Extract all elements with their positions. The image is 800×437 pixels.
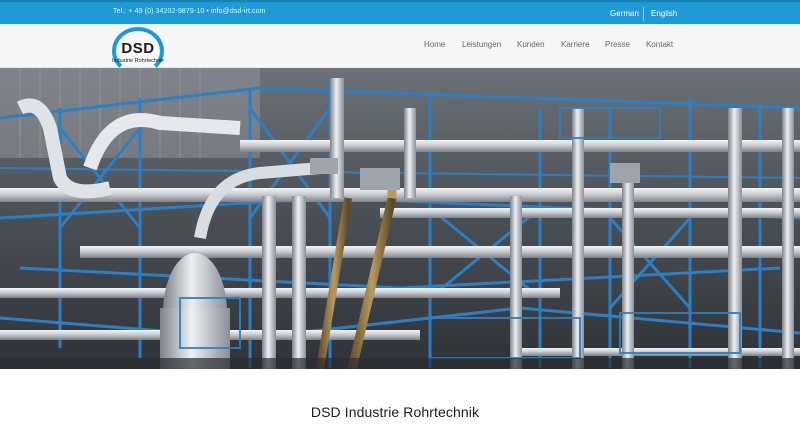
site-logo[interactable]: DSD Industrie Rohrtechnik xyxy=(104,24,172,75)
logo-mark: DSD xyxy=(121,40,155,57)
nav-leistungen[interactable]: Leistungen xyxy=(462,40,501,49)
nav-kontakt[interactable]: Kontakt xyxy=(646,40,673,49)
nav-presse[interactable]: Presse xyxy=(605,40,630,49)
nav-karriere[interactable]: Karriere xyxy=(561,40,589,49)
top-bar: Tel.: + 49 (0) 34202-9879-10 • info@dsd-… xyxy=(0,0,800,24)
site-header: DSD Industrie Rohrtechnik Home Leistunge… xyxy=(0,24,800,75)
contact-info: Tel.: + 49 (0) 34202-9879-10 • info@dsd-… xyxy=(113,8,266,15)
logo-subtitle: Industrie Rohrtechnik xyxy=(112,58,164,64)
language-english-link[interactable]: English xyxy=(651,9,677,18)
industrial-pipeline-illustration xyxy=(0,68,800,369)
page-title: DSD Industrie Rohrtechnik xyxy=(310,404,480,420)
nav-kunden[interactable]: Kunden xyxy=(517,40,545,49)
hero-image xyxy=(0,68,800,369)
language-german-link[interactable]: German xyxy=(610,9,639,18)
nav-home[interactable]: Home xyxy=(424,40,445,49)
language-divider xyxy=(643,7,644,21)
